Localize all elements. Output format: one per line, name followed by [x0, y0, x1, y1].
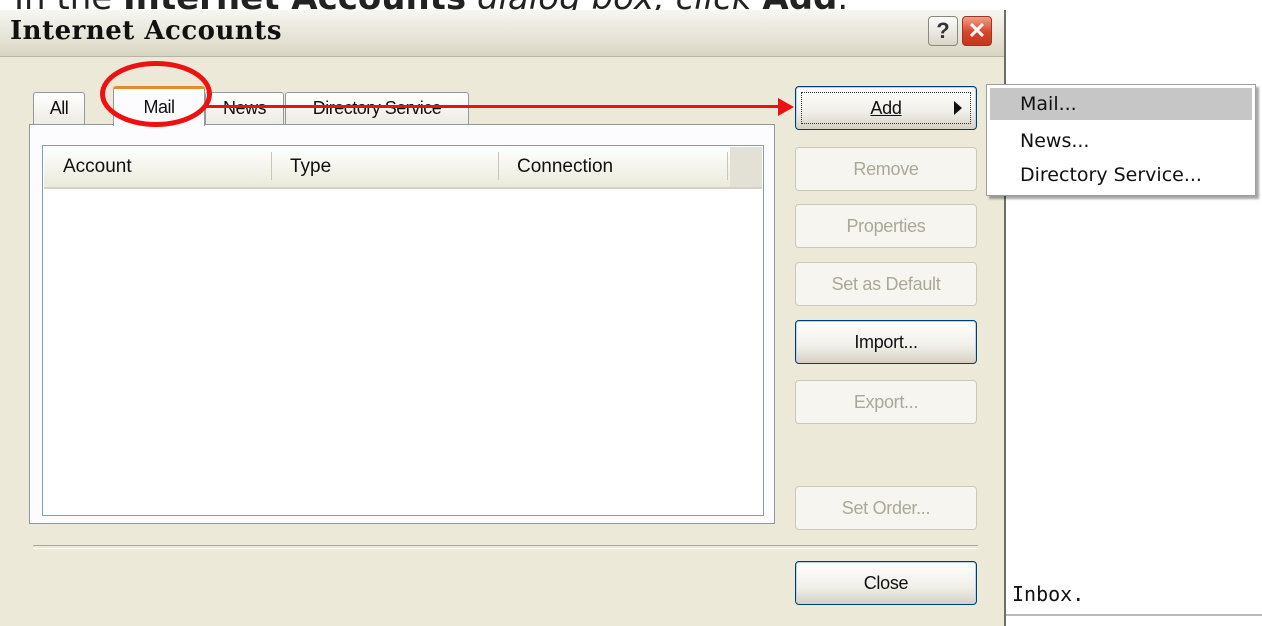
title-close-button[interactable]: ✕: [962, 16, 992, 46]
list-header: [44, 147, 762, 189]
focus-rectangle: [801, 92, 971, 124]
column-separator[interactable]: [271, 152, 272, 180]
set-order-button[interactable]: Set Order...: [795, 486, 977, 530]
set-as-default-button[interactable]: Set as Default: [795, 262, 977, 306]
column-separator[interactable]: [498, 152, 499, 180]
dialog-title: Internet Accounts: [10, 16, 282, 46]
column-header-filler: [730, 147, 762, 187]
remove-button[interactable]: Remove: [795, 147, 977, 191]
close-button[interactable]: Close: [795, 561, 977, 605]
column-separator[interactable]: [727, 152, 728, 180]
menu-item-directory-service[interactable]: Directory Service...: [990, 159, 1252, 191]
submenu-arrow-icon: [954, 101, 962, 115]
import-button[interactable]: Import...: [795, 320, 977, 364]
column-header-account[interactable]: Account: [63, 156, 132, 178]
menu-item-mail[interactable]: Mail...: [990, 88, 1252, 120]
menu-item-news[interactable]: News...: [990, 125, 1252, 157]
tab-directory-service[interactable]: Directory Service: [285, 92, 469, 124]
dialog-separator: [33, 545, 978, 549]
properties-button[interactable]: Properties: [795, 204, 977, 248]
column-header-type[interactable]: Type: [290, 156, 331, 178]
tab-news[interactable]: News: [205, 92, 284, 124]
background-inbox-text: Inbox.: [1012, 582, 1085, 606]
help-button[interactable]: ?: [928, 16, 958, 46]
export-button[interactable]: Export...: [795, 380, 977, 424]
background-window-edge: [1006, 614, 1262, 616]
add-button[interactable]: Add: [795, 86, 977, 130]
annotation-arrowhead-icon: [778, 98, 794, 116]
accounts-list[interactable]: [42, 145, 764, 516]
annotation-circle: [100, 61, 212, 127]
column-header-connection[interactable]: Connection: [517, 156, 613, 178]
annotation-arrow-line: [205, 105, 780, 108]
tab-all[interactable]: All: [33, 92, 85, 124]
